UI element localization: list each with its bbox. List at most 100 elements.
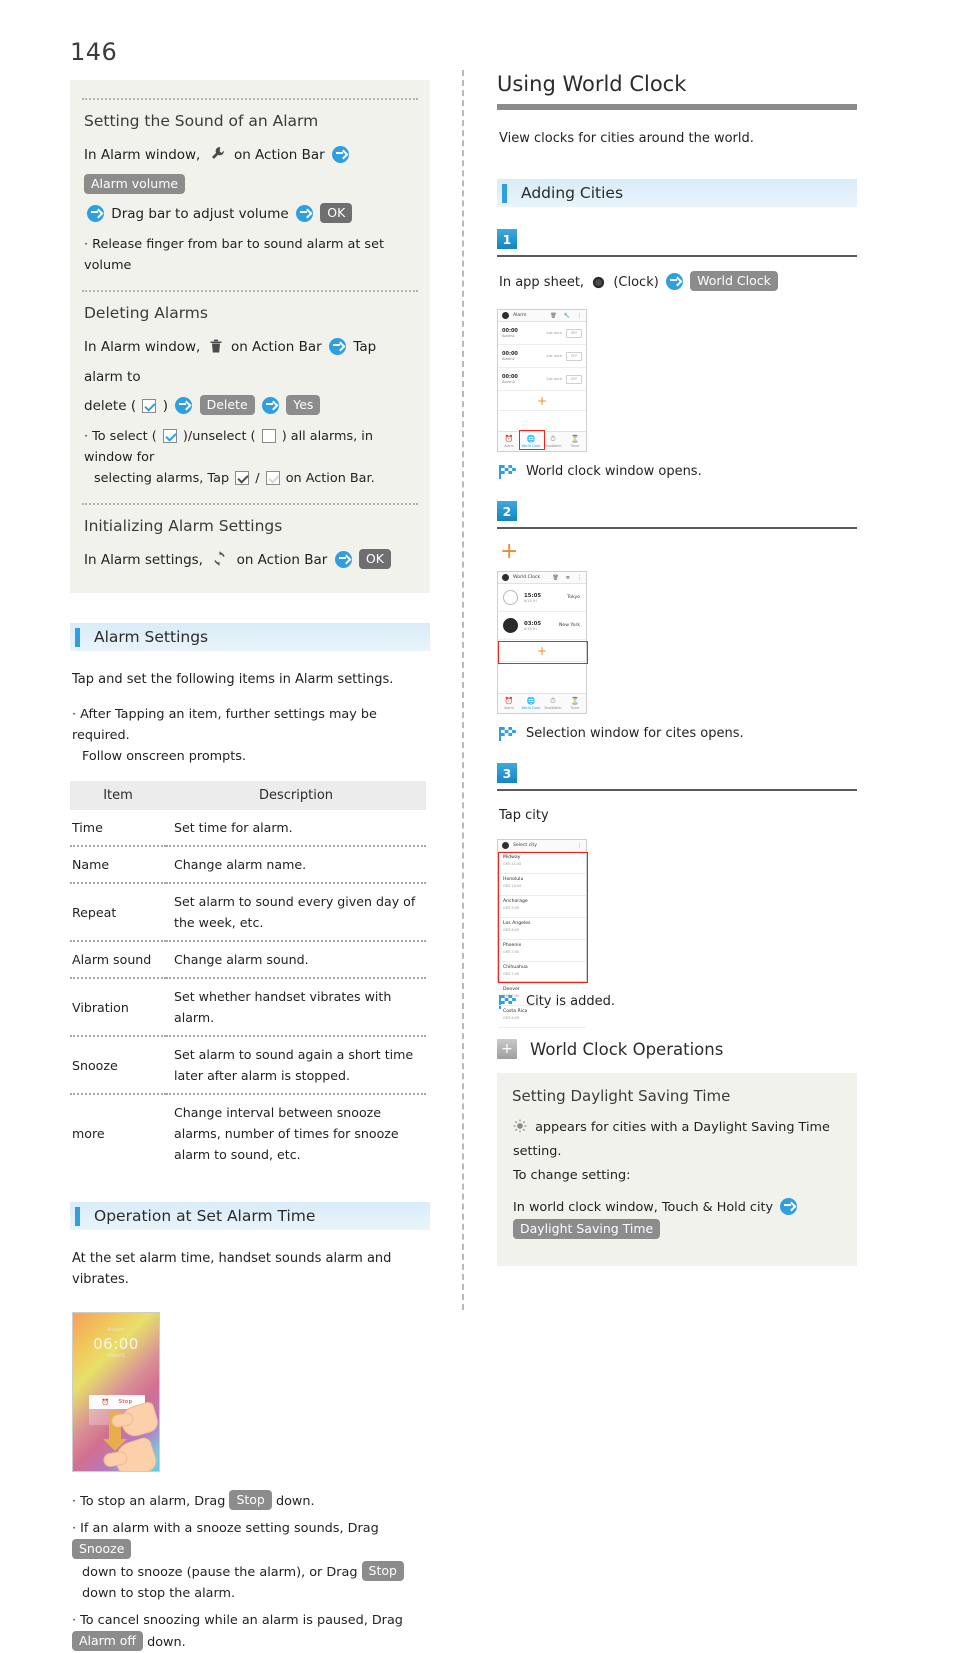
city-name: Phoenix	[503, 943, 522, 948]
city-gmt: GMT-9:00	[503, 906, 520, 910]
add-city-button[interactable]: +	[498, 640, 586, 662]
wrench-icon	[209, 145, 226, 172]
nav-tab-alarm[interactable]: ⏰ Alarm	[498, 694, 520, 713]
chip-stop[interactable]: Stop	[229, 1490, 272, 1510]
overflow-icon[interactable]: ⋮	[577, 575, 582, 581]
timer-icon: ⏳	[570, 434, 580, 443]
alarm-ringing-screenshot: Alarm 06:00 Alarm1 ⏰ Stop	[72, 1312, 160, 1472]
table-row: Vibration Set whether handset vibrates w…	[70, 978, 426, 1037]
alarm-tips-box: Setting the Sound of an Alarm In Alarm w…	[70, 80, 430, 593]
city-gmt: GMT-8:00	[503, 928, 520, 932]
flag-icon	[499, 726, 516, 741]
chip-world-clock[interactable]: World Clock	[690, 271, 778, 291]
sound-step-line1: In Alarm window, on Action Bar Alarm vol…	[84, 142, 418, 199]
alarm-row[interactable]: 00:00 Alarm3 Just once OFF	[498, 368, 586, 391]
divider-top	[82, 98, 418, 100]
operations-subtitle: Setting Daylight Saving Time	[512, 1087, 731, 1105]
chip-daylight-saving-time[interactable]: Daylight Saving Time	[513, 1219, 661, 1239]
select-city-screenshot: Select city ⋮ Midway GMT-11:00 Honolulu …	[497, 839, 588, 1028]
city-list-item[interactable]: Midway GMT-11:00	[498, 852, 586, 874]
city-name: Midway	[503, 855, 521, 860]
result-text: Selection window for cites opens.	[526, 726, 744, 741]
section-title: Adding Cities	[521, 184, 624, 202]
operations-body: Setting Daylight Saving Time appears for…	[497, 1073, 857, 1266]
trash-icon[interactable]: 🗑	[550, 313, 556, 319]
chip-alarm-off[interactable]: Alarm off	[72, 1631, 144, 1651]
table-row: Time Set time for alarm.	[70, 810, 426, 847]
cell-item: Repeat	[70, 883, 166, 942]
cell-item: Snooze	[70, 1036, 166, 1095]
city-list-item[interactable]: Costa Rica GMT-6:00	[498, 1006, 586, 1028]
sound-bullet: · Release finger from bar to sound alarm…	[84, 237, 384, 273]
wrench-icon[interactable]: 🔧	[564, 313, 570, 319]
city-list-item[interactable]: Denver GMT-7:00	[498, 984, 586, 1006]
nav-tab-world-clock[interactable]: 🌐 World Clock	[520, 432, 542, 451]
step-badge-3: 3	[497, 763, 517, 783]
step-2-plus-instruction: +	[500, 539, 519, 564]
alarm-row[interactable]: 00:00 Alarm1 Just once OFF	[498, 322, 586, 345]
step-1-instruction: In app sheet, (Clock) World Clock	[499, 271, 857, 297]
checkbox-empty-icon	[261, 429, 276, 443]
chip-ok[interactable]: OK	[320, 203, 353, 223]
nav-tab-timer[interactable]: ⏳ Timer	[564, 694, 586, 713]
step-rule	[497, 255, 857, 257]
col-header-description: Description	[166, 781, 426, 810]
world-clock-row[interactable]: 03:05 6/18 Fri New York	[498, 612, 586, 640]
heading-deleting-alarms: Deleting Alarms	[84, 304, 208, 322]
nav-tab-alarm[interactable]: ⏰ Alarm	[498, 432, 520, 451]
city-list-item[interactable]: Anchorage GMT-9:00	[498, 896, 586, 918]
city-gmt: GMT-7:00	[503, 972, 520, 976]
world-clock-row[interactable]: 15:05 6/18 Fri Tokyo	[498, 584, 586, 612]
city-list-item[interactable]: Chihuahua GMT-7:00	[498, 962, 586, 984]
chip-ok[interactable]: OK	[358, 549, 391, 569]
checkbox-checked-icon	[162, 429, 177, 443]
city-list-item[interactable]: Los Angeles GMT-8:00	[498, 918, 586, 940]
alarm-icon: ⏰	[504, 434, 514, 443]
heading-initializing: Initializing Alarm Settings	[84, 517, 283, 535]
arrow-icon	[295, 205, 313, 222]
heading-setting-sound: Setting the Sound of an Alarm	[84, 112, 319, 130]
table-row: Repeat Set alarm to sound every given da…	[70, 883, 426, 942]
add-alarm-button[interactable]: +	[498, 391, 586, 411]
alarm-toggle[interactable]: OFF	[566, 351, 582, 361]
step-rule	[497, 789, 857, 791]
refresh-icon	[211, 550, 228, 577]
clock-date: 6/18 Fri	[524, 598, 537, 603]
chip-alarm-volume[interactable]: Alarm volume	[84, 174, 186, 194]
plus-icon[interactable]: +	[497, 1039, 517, 1059]
alarm-name: Alarm2	[502, 357, 515, 361]
clock-date: 6/18 Fri	[524, 626, 537, 631]
clock-app-icon	[592, 275, 605, 297]
checkbox-checked-icon	[142, 399, 157, 413]
alarm-row[interactable]: 00:00 Alarm2 Just once OFF	[498, 345, 586, 368]
sort-icon[interactable]: ≣	[566, 575, 570, 581]
alarm-toggle[interactable]: OFF	[566, 328, 582, 338]
delete-bullet: · To select ( )/unselect ( ) all alarms,…	[84, 429, 375, 486]
table-header-row: Item Description	[70, 781, 426, 810]
globe-icon: 🌐	[526, 434, 536, 443]
nav-tab-stopwatch[interactable]: ⏱ StopWatch	[542, 432, 564, 451]
overflow-icon[interactable]: ⋮	[577, 313, 582, 319]
screenshot-titlebar: Alarm 🗑 🔧 ⋮	[498, 310, 586, 322]
chip-stop[interactable]: Stop	[361, 1561, 404, 1581]
alarm-label-bottom: Alarm1	[107, 1353, 125, 1359]
chip-yes[interactable]: Yes	[286, 395, 321, 415]
chip-snooze[interactable]: Snooze	[72, 1539, 132, 1559]
stop-button-label: Stop	[118, 1399, 133, 1405]
alarm-list-screenshot: Alarm 🗑 🔧 ⋮ 00:00 Alarm1 Just once OFF 0…	[497, 309, 587, 452]
alarm-settings-intro: Tap and set the following items in Alarm…	[72, 672, 394, 687]
step-1-result: World clock window opens.	[499, 464, 857, 479]
section-accent-bar	[502, 183, 507, 203]
trash-icon[interactable]: 🗑	[552, 575, 558, 581]
city-name: Chihuahua	[503, 965, 528, 970]
city-list-item[interactable]: Phoenix GMT-7:00	[498, 940, 586, 962]
nav-tab-timer[interactable]: ⏳ Timer	[564, 432, 586, 451]
alarm-toggle[interactable]: OFF	[566, 374, 582, 384]
chip-delete[interactable]: Delete	[199, 395, 255, 415]
nav-tab-world-clock[interactable]: 🌐 World Clock	[520, 694, 542, 713]
city-list-item[interactable]: Honolulu GMT-10:00	[498, 874, 586, 896]
delete-step-line1: In Alarm window, on Action Bar Tap alarm…	[84, 337, 377, 385]
nav-tab-stopwatch[interactable]: ⏱ StopWatch	[542, 694, 564, 713]
overflow-icon[interactable]: ⋮	[577, 843, 582, 849]
trash-icon	[209, 337, 223, 364]
